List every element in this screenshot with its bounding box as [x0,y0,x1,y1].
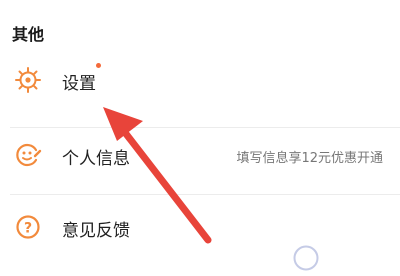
divider [10,127,400,128]
menu-item-profile[interactable]: 个人信息 填写信息享12元优惠开通 [0,135,400,175]
profile-label: 个人信息 [62,149,130,169]
settings-label: 设置 [62,74,96,94]
notification-badge [96,63,101,68]
svg-text:?: ? [24,221,32,237]
question-icon: ? [14,213,42,241]
settings-gear-icon [14,66,42,94]
loading-icon [292,244,320,272]
profile-edit-icon [14,141,42,169]
feedback-label: 意见反馈 [62,221,130,241]
divider [10,194,400,195]
menu-item-feedback[interactable]: ? 意见反馈 [0,207,400,247]
section-title: 其他 [12,25,45,44]
profile-hint: 填写信息享12元优惠开通 [236,151,383,166]
menu-item-settings[interactable]: 设置 [0,60,400,100]
